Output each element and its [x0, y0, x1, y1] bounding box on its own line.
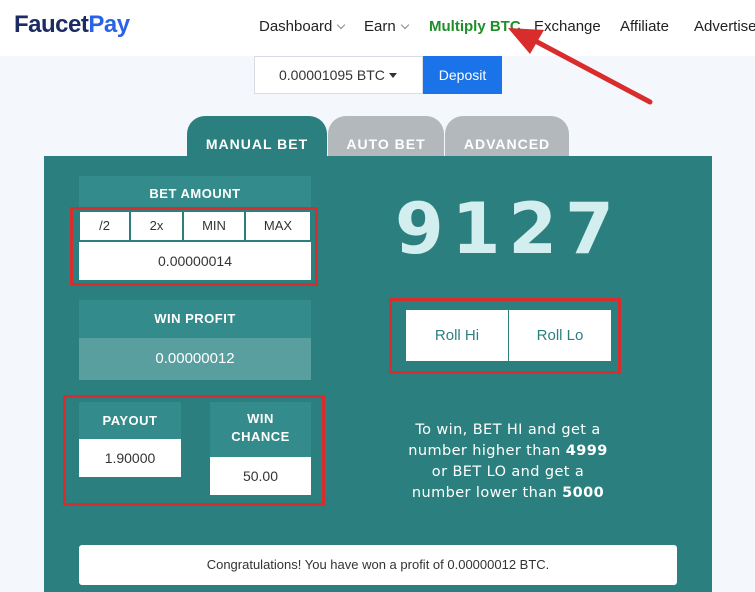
logo-text-faucet: Faucet [14, 11, 89, 38]
win-profit-header: WIN PROFIT [79, 300, 311, 338]
win-profit-value: 0.00000012 [79, 338, 311, 380]
rules-line-4-text: number lower than [411, 485, 563, 501]
roll-buttons-highlight [389, 298, 621, 374]
lo-threshold: 5000 [562, 485, 605, 501]
bet-amount-highlight [70, 207, 318, 286]
rules-line-2: number higher than 4999 [395, 441, 621, 462]
rules-line-2-text: number higher than [408, 443, 566, 459]
tab-advanced[interactable]: ADVANCED [445, 116, 569, 156]
nav-dashboard-label: Dashboard [259, 18, 333, 35]
payout-chance-highlight [63, 395, 325, 506]
rules-line-4: number lower than 5000 [395, 483, 621, 504]
rules-line-1: To win, BET HI and get a [415, 422, 601, 438]
nav-advertise-label: Advertise [694, 18, 755, 35]
nav-earn[interactable]: Earn [364, 18, 409, 35]
deposit-button[interactable]: Deposit [423, 56, 502, 94]
nav-earn-label: Earn [364, 18, 396, 35]
faucetpay-logo[interactable]: FaucetPay [14, 11, 130, 39]
nav-advertise[interactable]: Advertise [694, 18, 755, 35]
tab-manual-bet[interactable]: MANUAL BET [187, 116, 327, 156]
bet-amount-header: BET AMOUNT [79, 176, 311, 210]
chevron-down-icon [400, 20, 409, 30]
hi-threshold: 4999 [565, 443, 608, 459]
balance-value: 0.00001095 BTC [279, 67, 385, 83]
tab-auto-bet[interactable]: AUTO BET [328, 116, 444, 156]
result-message: Congratulations! You have won a profit o… [79, 545, 677, 585]
roll-result-number: 9127 [395, 188, 622, 270]
rules-line-3: or BET LO and get a [431, 464, 585, 480]
balance-dropdown[interactable]: 0.00001095 BTC [254, 56, 423, 94]
nav-dashboard[interactable]: Dashboard [259, 18, 346, 35]
caret-down-icon [389, 73, 397, 78]
chevron-down-icon [337, 20, 346, 30]
logo-text-pay: Pay [88, 11, 130, 38]
red-arrow-annotation [508, 28, 653, 105]
win-rules-text: To win, BET HI and get a number higher t… [395, 420, 621, 504]
